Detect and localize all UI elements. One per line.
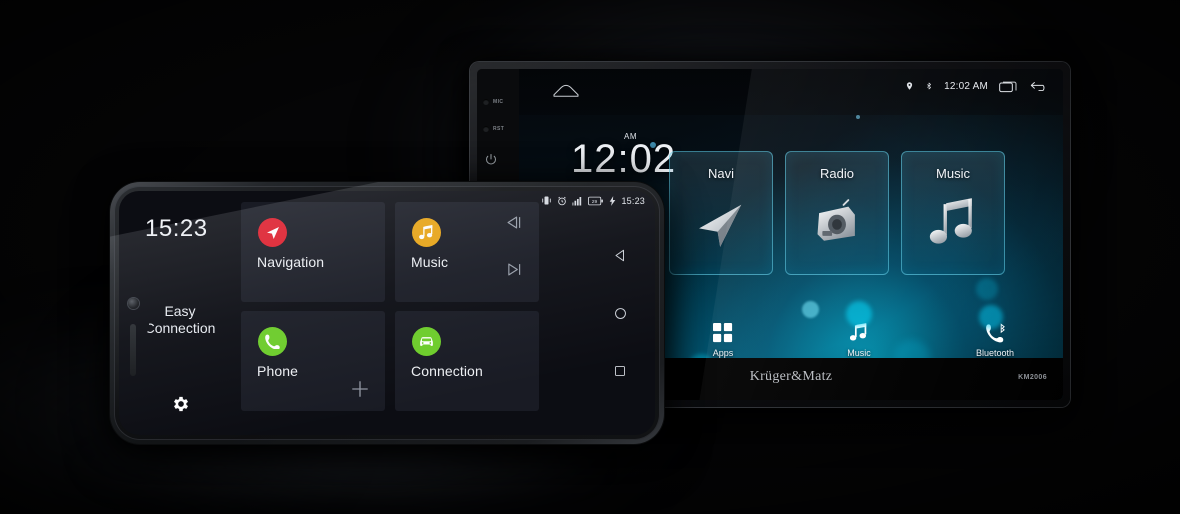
bluetooth-icon (927, 82, 932, 90)
gear-icon[interactable] (171, 394, 191, 414)
signal-bars-icon (572, 196, 582, 205)
mic-dot-icon (483, 99, 489, 105)
nav-recents-square-icon[interactable] (613, 364, 627, 378)
head-unit-app-tiles: Navi Radio Music (669, 151, 1005, 275)
card-label: Navigation (257, 254, 325, 270)
power-icon[interactable] (485, 153, 497, 165)
app-card-grid: Navigation Music Phone Connection (241, 202, 547, 416)
card-navigation[interactable]: Navigation (241, 202, 385, 302)
reset-dot-icon (483, 126, 489, 132)
navigation-arrow-glyph (699, 204, 742, 247)
front-camera (128, 298, 139, 309)
bokeh-dot (978, 305, 1003, 329)
dock-item-apps[interactable]: Apps (655, 323, 791, 358)
dock-label: Bluetooth (975, 348, 1015, 358)
phone-status-bar: 29 15:23 (541, 195, 645, 206)
car-icon (412, 327, 441, 356)
card-label: Phone (257, 363, 298, 379)
radio-icon (786, 198, 888, 246)
dock-label: Music (847, 348, 871, 358)
phone-clock: 15:23 (145, 215, 208, 242)
home-icon[interactable] (551, 83, 581, 99)
head-unit-tile-radio[interactable]: Radio (785, 151, 889, 275)
alarm-clock-icon (558, 196, 567, 205)
charging-bolt-icon (610, 195, 616, 206)
nav-home-circle-icon[interactable] (613, 306, 628, 321)
add-contact-button[interactable] (351, 380, 369, 398)
nav-back-triangle-icon[interactable] (613, 248, 628, 263)
card-phone[interactable]: Phone (241, 311, 385, 411)
scene-root: MIC RST 12:02 AM 12:02 AM Navi Radio Mus… (0, 0, 1180, 514)
apps-grid-icon (713, 323, 733, 343)
bokeh-dot (846, 301, 872, 327)
svg-text:29: 29 (592, 198, 598, 204)
phone-status-time: 15:23 (621, 195, 645, 206)
back-arrow-icon[interactable] (1030, 79, 1049, 93)
card-music[interactable]: Music (395, 202, 539, 302)
music-note-glyph (929, 198, 972, 244)
navigation-arrow-icon (670, 198, 772, 252)
tile-label: Music (936, 166, 970, 181)
navigation-arrow-glyph (266, 226, 279, 239)
phone-handset-icon (258, 327, 287, 356)
card-connection[interactable]: Connection (395, 311, 539, 411)
location-pin-icon (907, 82, 913, 90)
reset-button[interactable]: RST (483, 126, 504, 132)
car-glyph (420, 337, 433, 346)
dock-item-bluetooth[interactable]: Bluetooth (927, 305, 1063, 358)
head-unit-status-bar: 12:02 AM (519, 69, 1063, 115)
next-track-button[interactable] (505, 262, 525, 277)
tile-label: Navi (707, 166, 734, 181)
navigation-arrow-icon (258, 218, 287, 247)
phone-handset-glyph (265, 334, 280, 349)
music-note-glyph (419, 224, 433, 239)
head-unit-clock-meridiem: AM (624, 132, 638, 141)
head-unit-clock-large: 12:02 (571, 137, 677, 181)
phone-screen[interactable]: 29 15:23 15:23 Easy Connection Navigatio… (119, 191, 655, 435)
battery-charging-icon: 29 (588, 196, 604, 205)
head-unit-status-icons: 12:02 AM (905, 79, 1049, 93)
dock-label: Apps (712, 348, 734, 358)
head-unit-tile-music[interactable]: Music (901, 151, 1005, 275)
card-label: Connection (411, 363, 483, 379)
vibrate-icon (542, 196, 552, 205)
earpiece-speaker (130, 324, 136, 376)
previous-track-button[interactable] (505, 215, 525, 230)
tile-label: Radio (820, 166, 854, 181)
model-number: KM2006 (1018, 374, 1047, 381)
recents-icon[interactable] (999, 79, 1019, 93)
mic-indicator: MIC (483, 99, 503, 105)
android-navigation-bar (599, 191, 641, 435)
radio-glyph (817, 199, 855, 241)
mic-label: MIC (493, 99, 504, 105)
music-note-icon (902, 198, 1004, 248)
dock-item-music[interactable]: Music (791, 301, 927, 358)
head-unit-clock-small: 12:02 AM (944, 80, 988, 92)
reset-label: RST (493, 126, 505, 132)
head-unit-tile-navi[interactable]: Navi (669, 151, 773, 275)
music-note-icon (412, 218, 441, 247)
card-label: Music (411, 254, 449, 270)
smartphone: 29 15:23 15:23 Easy Connection Navigatio… (110, 182, 664, 444)
